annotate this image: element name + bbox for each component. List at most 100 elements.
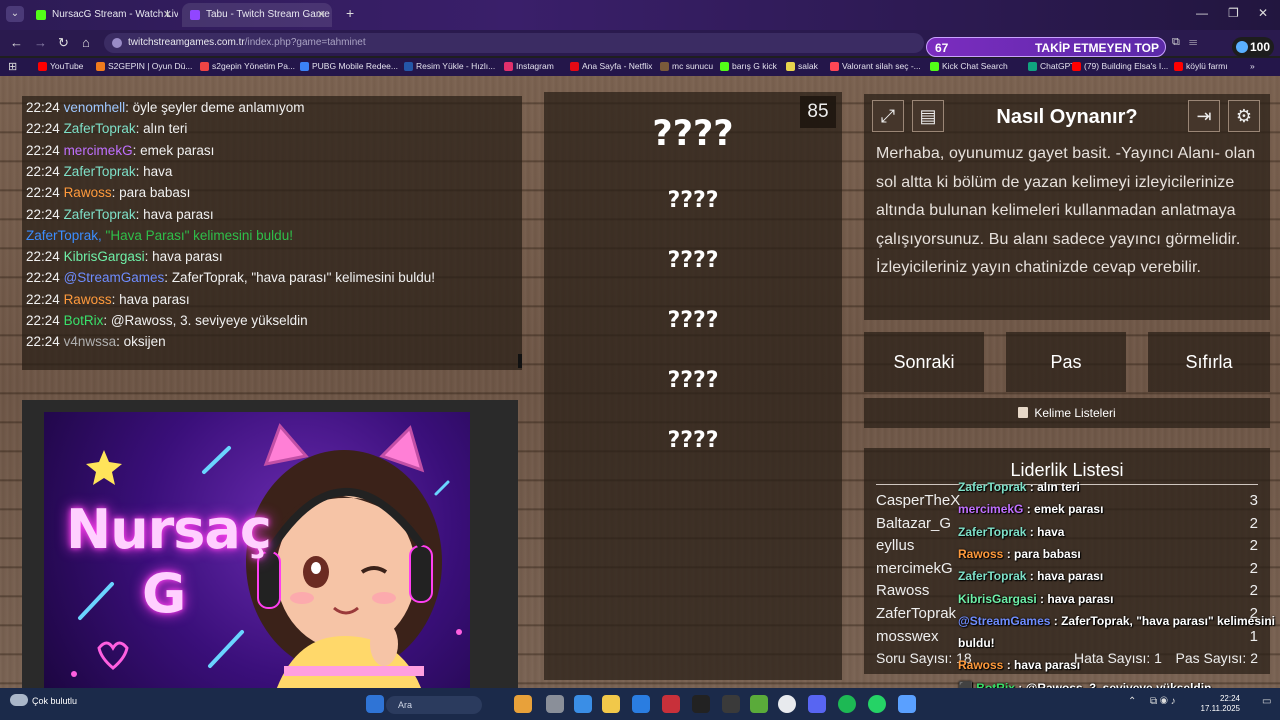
next-button[interactable]: Sonraki: [864, 332, 984, 392]
word-lists-button[interactable]: Kelime Listeleri: [864, 398, 1270, 428]
chat-username[interactable]: ZaferToprak: [64, 164, 136, 179]
bookmark-item[interactable]: barış G kick: [720, 61, 777, 71]
kick-icon: [36, 10, 46, 20]
volume-extension[interactable]: 100: [1232, 37, 1274, 57]
clock[interactable]: 22:24 17.11.2025: [1201, 694, 1240, 714]
chat-time: 22:24: [26, 163, 60, 179]
tray-chevron-icon[interactable]: ⌃: [1128, 696, 1136, 707]
chat-username[interactable]: mercimekG: [64, 143, 133, 158]
minecraft-icon[interactable]: [750, 695, 768, 713]
bookmark-item[interactable]: YouTube: [38, 61, 83, 71]
bookmark-item[interactable]: Instagram: [504, 61, 554, 71]
chat-text: alın teri: [143, 121, 188, 137]
reset-button[interactable]: Sıfırla: [1148, 332, 1270, 392]
overlay-chat-message: Rawoss : para babası: [958, 547, 1280, 561]
chat-separator: :: [135, 121, 144, 137]
maximize-button[interactable]: ❐: [1228, 6, 1239, 20]
extensions-icon[interactable]: ⧉ ☰: [1172, 36, 1197, 49]
file-explorer-icon[interactable]: [602, 695, 620, 713]
pass-button[interactable]: Pas: [1006, 332, 1126, 392]
window-close-button[interactable]: ✕: [1258, 6, 1268, 20]
chat-username[interactable]: Rawoss: [64, 292, 112, 307]
reload-icon[interactable]: ↻: [58, 35, 69, 51]
chat-separator: :: [116, 334, 124, 350]
start-icon[interactable]: [366, 695, 384, 713]
notification-icon[interactable]: ▭: [1262, 696, 1271, 707]
bookmark-item[interactable]: Ana Sayfa - Netflix: [570, 61, 652, 71]
exit-icon[interactable]: ⇥: [1188, 100, 1220, 132]
more-bookmarks-icon[interactable]: »: [1250, 61, 1255, 71]
store-icon[interactable]: [632, 695, 650, 713]
main-word: ????: [652, 114, 734, 154]
site-info-icon[interactable]: [112, 38, 122, 48]
bookmark-item[interactable]: s2gepin Yönetim Pa...: [200, 61, 295, 71]
spotify-icon[interactable]: [838, 695, 856, 713]
bookmark-favicon-icon: [504, 62, 513, 71]
back-icon[interactable]: ←: [10, 35, 23, 50]
chat-username[interactable]: KibrisGargasi: [64, 249, 145, 264]
tab-tabu-game[interactable]: Tabu - Twitch Stream Game ✕: [182, 3, 332, 27]
home-icon[interactable]: ⌂: [82, 35, 90, 50]
app-icon[interactable]: [722, 695, 740, 713]
chat-username[interactable]: v4nwssa: [64, 334, 117, 349]
overlay-username: ZaferToprak: [958, 569, 1027, 584]
streamer-avatar-image: Nursaç G: [44, 412, 470, 688]
close-icon[interactable]: ✕: [317, 3, 326, 27]
close-icon[interactable]: ✕: [163, 3, 172, 27]
bookmark-item[interactable]: ChatGPT: [1028, 61, 1075, 71]
weather-widget[interactable]: Çok bulutlu: [10, 694, 77, 706]
chat-separator: :: [164, 270, 172, 286]
url-input[interactable]: twitchstreamgames.com.tr/index.php?game=…: [104, 33, 924, 53]
tab-nursacg-stream[interactable]: NursacG Stream - Watch Live o ✕: [28, 3, 178, 27]
chat-message: 22:24 KibrisGargasi: hava parası: [26, 249, 223, 264]
widget-icon[interactable]: [514, 695, 532, 713]
chat-scrollbar[interactable]: [518, 354, 522, 368]
bookmark-favicon-icon: [786, 62, 795, 71]
bookmark-item[interactable]: PUBG Mobile Redee...: [300, 61, 398, 71]
bookmark-label: ChatGPT: [1040, 61, 1076, 71]
bookmark-item[interactable]: salak: [786, 61, 818, 71]
app-icon[interactable]: [574, 695, 592, 713]
bookmarks-bar: ⊞ YouTube S2GEPIN | Oyun Dü... s2gepin Yön…: [0, 58, 1280, 76]
bookmark-item[interactable]: Resim Yükle - Hızlı...: [404, 61, 495, 71]
whatsapp-icon[interactable]: [868, 695, 886, 713]
settings-gear-icon[interactable]: ⚙: [1228, 100, 1260, 132]
chat-username[interactable]: venomhell: [64, 100, 126, 115]
bookmark-favicon-icon: [570, 62, 579, 71]
follow-widget-extension[interactable]: 67 TAKİP ETMEYEN TOP: [926, 37, 1166, 57]
player-name: Baltazar_G: [876, 514, 952, 532]
tab-bar: ⌄ NursacG Stream - Watch Live o ✕ Tabu -…: [0, 0, 1280, 30]
bookmark-item[interactable]: mc sunucu: [660, 61, 713, 71]
chat-username[interactable]: ZaferToprak: [64, 121, 136, 136]
bookmark-item[interactable]: (79) Building Elsa's I...: [1072, 61, 1168, 71]
bookmark-item[interactable]: Valorant silah seç -...: [830, 61, 921, 71]
chat-separator: :: [125, 100, 133, 115]
bookmark-favicon-icon: [720, 62, 729, 71]
apps-grid-icon[interactable]: ⊞: [8, 60, 17, 73]
chat-username[interactable]: ZaferToprak: [64, 207, 136, 222]
bookmark-item[interactable]: köylü farmı: [1174, 61, 1228, 71]
new-tab-button[interactable]: +: [346, 5, 354, 21]
minimize-button[interactable]: —: [1196, 6, 1208, 20]
cloud-icon: [10, 694, 28, 706]
chrome-icon[interactable]: [778, 695, 796, 713]
app-icon[interactable]: [662, 695, 680, 713]
tab-title: Tabu - Twitch Stream Game: [206, 9, 330, 20]
discord-icon[interactable]: [808, 695, 826, 713]
tab-search-button[interactable]: ⌄: [6, 6, 24, 22]
forward-icon[interactable]: →: [34, 35, 47, 50]
chat-username[interactable]: BotRix: [64, 313, 104, 328]
player-name: ZaferToprak: [876, 605, 957, 622]
app-icon[interactable]: [692, 695, 710, 713]
chat-username[interactable]: Rawoss: [64, 185, 112, 200]
tray-icons[interactable]: ⧉ ◉ ♪: [1150, 696, 1176, 707]
chat-username[interactable]: @StreamGames: [64, 270, 165, 285]
taskbar-search[interactable]: Ara: [386, 696, 482, 714]
browser-icon[interactable]: [898, 695, 916, 713]
task-view-icon[interactable]: [546, 695, 564, 713]
chat-username[interactable]: ZaferToprak,: [26, 228, 106, 243]
volume-icon: [1236, 41, 1248, 53]
player-name: eyllus: [876, 537, 915, 555]
bookmark-item[interactable]: Kick Chat Search: [930, 61, 1008, 71]
bookmark-item[interactable]: S2GEPIN | Oyun Dü...: [96, 61, 192, 71]
